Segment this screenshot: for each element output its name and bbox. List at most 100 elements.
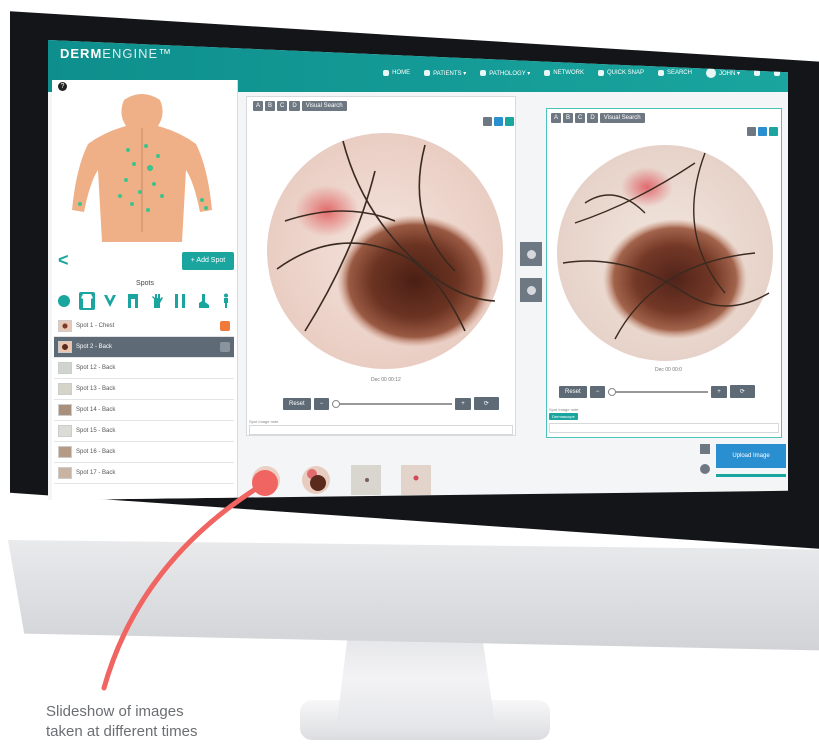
zoom-out-icon[interactable]: − — [589, 385, 606, 398]
arms-filter[interactable] — [172, 292, 188, 310]
nav-label: JOHN ▾ — [718, 70, 740, 77]
rotate-icon[interactable]: ⟳ — [729, 385, 755, 398]
pathology-icon — [480, 70, 487, 76]
spot-thumbnail — [58, 467, 72, 479]
spot-thumbnail — [58, 404, 72, 416]
capture-date: Dec 00 00:12 — [371, 377, 401, 383]
slideshow-thumbnail[interactable] — [400, 464, 432, 496]
grid-tool-icon[interactable] — [769, 127, 778, 136]
rotate-icon[interactable]: ⟳ — [473, 397, 499, 410]
abcd-c-button[interactable]: C — [277, 101, 288, 111]
zoom-in-icon[interactable]: + — [711, 385, 727, 398]
brand-logo[interactable]: DERMENGINE™ — [60, 46, 172, 61]
torso-filter[interactable] — [79, 292, 96, 310]
gallery-icon[interactable] — [700, 444, 710, 454]
back-button[interactable]: < — [58, 250, 69, 271]
upload-image-button[interactable]: Upload Image — [716, 444, 786, 468]
spot-label: Spot 12 - Back — [76, 365, 116, 371]
hand-filter[interactable] — [149, 292, 165, 310]
abcd-toolbar: A B C D Visual Search — [253, 101, 347, 111]
abcd-toolbar: A B C D Visual Search — [551, 113, 645, 123]
annotate-tool-icon[interactable] — [494, 117, 503, 126]
abcd-d-button[interactable]: D — [587, 113, 598, 123]
camera-icon — [597, 70, 604, 76]
spot-row[interactable]: Spot 13 - Back — [54, 379, 234, 400]
capture-date: Dec 00 00:0 — [655, 367, 682, 373]
zoom-out-icon[interactable]: − — [313, 397, 330, 410]
spot-thumbnail — [58, 425, 72, 437]
view-tools — [483, 117, 514, 126]
slideshow-thumbnail[interactable] — [300, 464, 332, 496]
foot-filter[interactable] — [195, 292, 211, 310]
legs-filter[interactable] — [125, 292, 141, 310]
nav-home[interactable]: HOME — [383, 68, 410, 78]
spot-row[interactable]: Spot 2 - Back — [54, 337, 234, 358]
right-image-viewer: A B C D Visual Search Dec 00 00:0 Reset … — [546, 108, 782, 438]
spot-row[interactable]: Spot 17 - Back — [54, 463, 234, 484]
abcd-b-button[interactable]: B — [563, 113, 574, 123]
visual-search-button[interactable]: Visual Search — [599, 113, 645, 123]
spot-list: Spot 1 - Chest Spot 2 - Back Spot 12 - B… — [54, 316, 234, 484]
reset-button[interactable]: Reset — [283, 397, 311, 410]
text-tool-icon[interactable] — [747, 127, 756, 136]
camera-badge-icon[interactable] — [220, 321, 230, 331]
note-input[interactable] — [249, 425, 513, 435]
nav-network[interactable]: NETWORK — [544, 68, 584, 78]
visual-search-button[interactable]: Visual Search — [301, 101, 347, 111]
zoom-slider[interactable] — [608, 387, 709, 396]
image-compare-area: A B C D Visual Search Dec 00 00:12 Reset… — [240, 92, 788, 500]
body-map[interactable] — [62, 92, 222, 242]
next-icon — [526, 285, 536, 295]
left-image-viewer: A B C D Visual Search Dec 00 00:12 Reset… — [246, 96, 516, 436]
abcd-b-button[interactable]: B — [265, 101, 276, 111]
brand-main: DERM — [60, 46, 103, 61]
spot-thumbnail — [58, 446, 72, 458]
nav-label: SEARCH — [666, 70, 692, 76]
abcd-c-button[interactable]: C — [575, 113, 586, 123]
legs-icon — [128, 294, 139, 308]
abcd-a-button[interactable]: A — [551, 113, 562, 123]
compare-up-button[interactable] — [520, 242, 542, 266]
annotate-tool-icon[interactable] — [758, 127, 767, 136]
note-input[interactable] — [549, 423, 779, 433]
dermoscopy-image-right — [557, 145, 773, 361]
slideshow-thumbnail[interactable] — [350, 464, 382, 496]
spot-row[interactable]: Spot 16 - Back — [54, 442, 234, 463]
spot-row[interactable]: Spot 14 - Back — [54, 400, 234, 421]
nav-label: NETWORK — [553, 70, 584, 76]
spot-row[interactable]: Spot 12 - Back — [54, 358, 234, 379]
help-icon[interactable]: ? — [58, 82, 67, 91]
spot-label: Spot 17 - Back — [76, 470, 116, 476]
body-icon — [223, 293, 228, 308]
compare-next-button[interactable] — [520, 278, 542, 302]
zoom-slider-knob[interactable] — [608, 387, 617, 396]
abcd-a-button[interactable]: A — [253, 101, 264, 111]
grid-tool-icon[interactable] — [505, 117, 514, 126]
app-screen: DERMENGINE™ HOME PATIENTS ▾ PATHOLOGY ▾ … — [48, 40, 788, 500]
pelvis-filter[interactable] — [102, 292, 118, 310]
full-body-filter[interactable] — [218, 292, 234, 310]
reset-button[interactable]: Reset — [559, 385, 587, 398]
body-part-filter — [56, 292, 234, 310]
spot-label: Spot 14 - Back — [76, 407, 116, 413]
spot-label: Spot 1 - Chest — [76, 323, 115, 329]
edit-badge-icon[interactable] — [220, 342, 230, 352]
marketing-stage: DERMENGINE™ HOME PATIENTS ▾ PATHOLOGY ▾ … — [0, 0, 819, 755]
spots-sidebar: ? < + Add Spot Spots Spot 1 - Chest Spot… — [52, 80, 238, 500]
search-icon — [657, 70, 664, 76]
spot-row[interactable]: Spot 15 - Back — [54, 421, 234, 442]
note-label: Spot Image note — [249, 419, 279, 424]
spot-row[interactable]: Spot 1 - Chest — [54, 316, 234, 337]
head-filter[interactable] — [56, 292, 72, 310]
info-icon[interactable] — [700, 464, 710, 474]
zoom-slider-knob[interactable] — [332, 399, 341, 408]
text-tool-icon[interactable] — [483, 117, 492, 126]
nav-quick-snap[interactable]: QUICK SNAP — [597, 68, 644, 78]
add-spot-button[interactable]: + Add Spot — [182, 252, 234, 270]
nav-pathology[interactable]: PATHOLOGY ▾ — [480, 68, 530, 78]
nav-search[interactable]: SEARCH — [657, 68, 692, 78]
abcd-d-button[interactable]: D — [289, 101, 300, 111]
zoom-slider[interactable] — [332, 399, 453, 408]
nav-patients[interactable]: PATIENTS ▾ — [424, 68, 466, 78]
zoom-in-icon[interactable]: + — [455, 397, 471, 410]
